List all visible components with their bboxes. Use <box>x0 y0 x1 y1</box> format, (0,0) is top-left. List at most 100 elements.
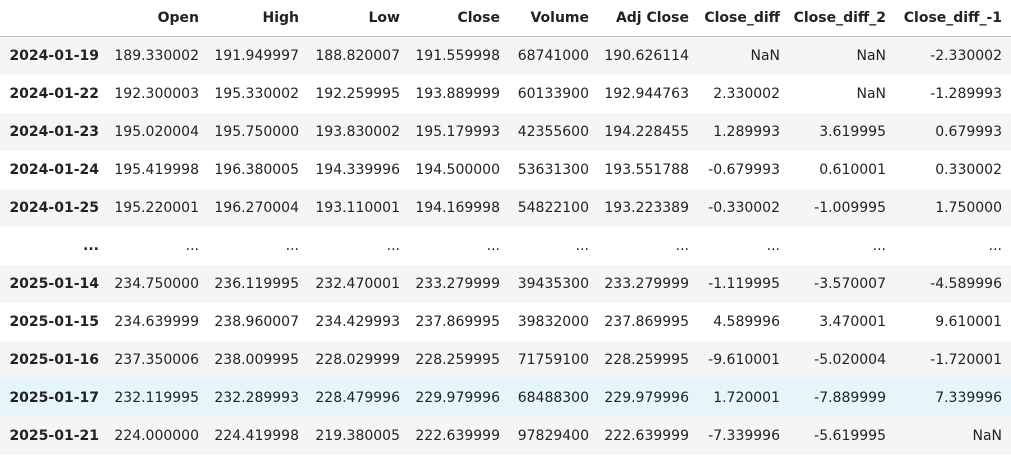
column-header: Volume <box>509 0 598 37</box>
table-cell: ... <box>675 238 689 254</box>
table-cell: 0.679993 <box>935 124 1002 140</box>
table-cell: -0.679993 <box>708 162 780 178</box>
table-cell: ... <box>988 238 1002 254</box>
table-cell: 68488300 <box>517 390 589 406</box>
table-cell: -1.009995 <box>814 200 886 216</box>
table-row: 2025-01-16 237.350006 238.009995 228.029999… <box>0 341 1011 379</box>
table-cell: 234.750000 <box>114 276 199 292</box>
table-cell: 233.279999 <box>415 276 500 292</box>
column-header: Open <box>108 0 208 37</box>
column-header: High <box>208 0 308 37</box>
table-cell: 195.220001 <box>114 200 199 216</box>
table-cell: NaN <box>856 86 886 102</box>
table-cell: 190.626114 <box>604 48 689 64</box>
table-cell: -4.589996 <box>930 276 1002 292</box>
table-cell: 68741000 <box>517 48 589 64</box>
table-cell: 234.429993 <box>315 314 400 330</box>
table-cell: 237.869995 <box>604 314 689 330</box>
table-cell: 189.330002 <box>114 48 199 64</box>
table-cell: 232.119995 <box>114 390 199 406</box>
table-cell: 194.339996 <box>315 162 400 178</box>
header-row: Open High Low Close Volume Adj Close Close_dif… <box>0 0 1011 37</box>
table-cell: 229.979996 <box>604 390 689 406</box>
column-header: Low <box>308 0 409 37</box>
table-cell: 222.639999 <box>604 428 689 444</box>
table-cell: 3.470001 <box>819 314 886 330</box>
table-cell: 228.259995 <box>604 352 689 368</box>
table-cell: 236.119995 <box>214 276 299 292</box>
table-cell: 233.279999 <box>604 276 689 292</box>
table-cell: 191.949997 <box>214 48 299 64</box>
table-cell: 193.830002 <box>315 124 400 140</box>
table-cell: 194.169998 <box>415 200 500 216</box>
table-cell: 1.750000 <box>935 200 1002 216</box>
table-cell: 4.589996 <box>713 314 780 330</box>
table-cell: 192.259995 <box>315 86 400 102</box>
table-cell: 195.330002 <box>214 86 299 102</box>
row-index-label: 2025-01-16 <box>9 352 99 368</box>
column-header: Close <box>409 0 509 37</box>
table-cell: 195.419998 <box>114 162 199 178</box>
row-index-label: 2024-01-24 <box>9 162 99 178</box>
row-index-label: 2025-01-17 <box>9 390 99 406</box>
table-cell: ... <box>766 238 780 254</box>
column-header: Close_diff_-1 <box>895 0 1011 37</box>
row-index-label: ... <box>83 238 99 254</box>
table-cell: 195.020004 <box>114 124 199 140</box>
table-cell: -1.720001 <box>930 352 1002 368</box>
table-cell: ... <box>386 238 400 254</box>
table-cell: 0.610001 <box>819 162 886 178</box>
table-cell: NaN <box>750 48 780 64</box>
table-cell: 238.960007 <box>214 314 299 330</box>
table-cell: 234.639999 <box>114 314 199 330</box>
row-index-label: 2024-01-25 <box>9 200 99 216</box>
table-row: 2025-01-14 234.750000 236.119995 232.470001… <box>0 265 1011 303</box>
row-index-label: 2024-01-19 <box>9 48 99 64</box>
table-cell: -7.339996 <box>708 428 780 444</box>
table-body: 2024-01-19 189.330002 191.949997 188.820007… <box>0 36 1011 455</box>
row-index-label: 2024-01-22 <box>9 86 99 102</box>
table-cell: 193.889999 <box>415 86 500 102</box>
table-row: 2025-01-15 234.639999 238.960007 234.429993… <box>0 303 1011 341</box>
table-cell: 196.270004 <box>214 200 299 216</box>
table-cell: 71759100 <box>517 352 589 368</box>
column-header: Close_diff_2 <box>789 0 895 37</box>
table-cell: ... <box>872 238 886 254</box>
table-cell: ... <box>185 238 199 254</box>
table-cell: 237.869995 <box>415 314 500 330</box>
table-cell: -2.330002 <box>930 48 1002 64</box>
table-cell: 53631300 <box>517 162 589 178</box>
table-cell: 228.029999 <box>315 352 400 368</box>
table-cell: 97829400 <box>517 428 589 444</box>
table-cell: 39435300 <box>517 276 589 292</box>
table-cell: 219.380005 <box>315 428 400 444</box>
table-row: 2025-01-21 224.000000 224.419998 219.380005… <box>0 417 1011 455</box>
table-cell: 60133900 <box>517 86 589 102</box>
table-cell: 195.750000 <box>214 124 299 140</box>
table-cell: ... <box>486 238 500 254</box>
table-row: 2024-01-23 195.020004 195.750000 193.830002… <box>0 113 1011 151</box>
table-cell: 193.551788 <box>604 162 689 178</box>
table-row: 2025-01-17 232.119995 232.289993 228.479996… <box>0 379 1011 417</box>
table-cell: 1.720001 <box>713 390 780 406</box>
table-cell: NaN <box>972 428 1002 444</box>
table-cell: 3.619995 <box>819 124 886 140</box>
table-cell: 194.500000 <box>415 162 500 178</box>
table-cell: -1.119995 <box>708 276 780 292</box>
row-index-label: 2024-01-23 <box>9 124 99 140</box>
table-cell: 1.289993 <box>713 124 780 140</box>
table-cell: 42355600 <box>517 124 589 140</box>
table-cell: 0.330002 <box>935 162 1002 178</box>
table-cell: 39832000 <box>517 314 589 330</box>
table-cell: -1.289993 <box>930 86 1002 102</box>
table-row: 2024-01-24 195.419998 196.380005 194.339996… <box>0 151 1011 189</box>
row-index-label: 2025-01-14 <box>9 276 99 292</box>
table-cell: 229.979996 <box>415 390 500 406</box>
row-index-label: 2025-01-21 <box>9 428 99 444</box>
index-header <box>0 0 108 37</box>
table-row: 2024-01-22 192.300003 195.330002 192.259995… <box>0 75 1011 113</box>
table-cell: 195.179993 <box>415 124 500 140</box>
table-cell: 224.000000 <box>114 428 199 444</box>
table-cell: NaN <box>856 48 886 64</box>
table-cell: 2.330002 <box>713 86 780 102</box>
